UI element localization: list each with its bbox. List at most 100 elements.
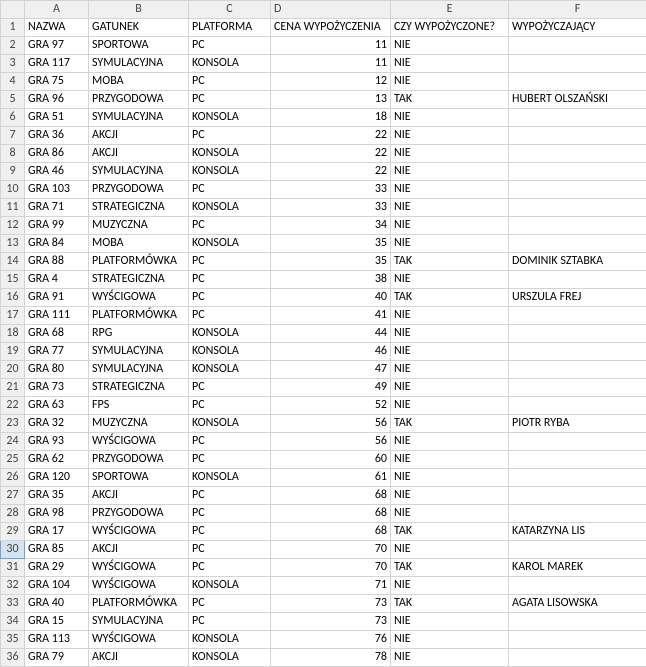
- cell[interactable]: PC: [189, 541, 271, 559]
- row-header[interactable]: 2: [1, 37, 25, 55]
- cell[interactable]: 56: [271, 415, 391, 433]
- cell[interactable]: SYMULACYJNA: [89, 163, 189, 181]
- cell[interactable]: KONSOLA: [189, 343, 271, 361]
- cell[interactable]: URSZULA FREJ: [509, 289, 646, 307]
- cell[interactable]: 46: [271, 343, 391, 361]
- cell[interactable]: STRATEGICZNA: [89, 199, 189, 217]
- cell[interactable]: MOBA: [89, 73, 189, 91]
- cell[interactable]: PC: [189, 559, 271, 577]
- cell[interactable]: SYMULACYJNA: [89, 361, 189, 379]
- cell[interactable]: SYMULACYJNA: [89, 55, 189, 73]
- cell[interactable]: NIE: [391, 343, 509, 361]
- row-header[interactable]: 10: [1, 181, 25, 199]
- cell[interactable]: GRA 71: [25, 199, 89, 217]
- cell[interactable]: SPORTOWA: [89, 469, 189, 487]
- cell[interactable]: NIE: [391, 325, 509, 343]
- cell[interactable]: 73: [271, 595, 391, 613]
- cell[interactable]: AKCJI: [89, 487, 189, 505]
- cell[interactable]: 70: [271, 541, 391, 559]
- cell[interactable]: GRA 98: [25, 505, 89, 523]
- cell[interactable]: GRA 63: [25, 397, 89, 415]
- row-header[interactable]: 3: [1, 55, 25, 73]
- cell[interactable]: CENA WYPOŻYCZENIA: [271, 19, 391, 37]
- cell[interactable]: GRA 4: [25, 271, 89, 289]
- cell[interactable]: GRA 77: [25, 343, 89, 361]
- cell[interactable]: [509, 451, 646, 469]
- cell[interactable]: NIE: [391, 307, 509, 325]
- col-header-B[interactable]: B: [89, 1, 189, 19]
- cell[interactable]: GRA 62: [25, 451, 89, 469]
- cell[interactable]: [509, 469, 646, 487]
- cell[interactable]: NIE: [391, 577, 509, 595]
- cell[interactable]: 61: [271, 469, 391, 487]
- cell[interactable]: [509, 649, 646, 667]
- cell[interactable]: PC: [189, 505, 271, 523]
- cell[interactable]: [509, 217, 646, 235]
- cell[interactable]: GRA 36: [25, 127, 89, 145]
- cell[interactable]: [509, 631, 646, 649]
- cell[interactable]: KONSOLA: [189, 109, 271, 127]
- cell[interactable]: PC: [189, 73, 271, 91]
- cell[interactable]: PC: [189, 613, 271, 631]
- col-header-C[interactable]: C: [189, 1, 271, 19]
- row-header[interactable]: 13: [1, 235, 25, 253]
- cell[interactable]: PRZYGODOWA: [89, 181, 189, 199]
- row-header[interactable]: 25: [1, 451, 25, 469]
- cell[interactable]: GRA 35: [25, 487, 89, 505]
- row-header[interactable]: 21: [1, 379, 25, 397]
- cell[interactable]: PC: [189, 307, 271, 325]
- cell[interactable]: GRA 88: [25, 253, 89, 271]
- row-header[interactable]: 5: [1, 91, 25, 109]
- cell[interactable]: STRATEGICZNA: [89, 379, 189, 397]
- cell[interactable]: 22: [271, 145, 391, 163]
- cell[interactable]: [509, 505, 646, 523]
- cell[interactable]: GRA 15: [25, 613, 89, 631]
- cell[interactable]: PC: [189, 271, 271, 289]
- cell[interactable]: GRA 103: [25, 181, 89, 199]
- row-header[interactable]: 32: [1, 577, 25, 595]
- cell[interactable]: GRA 111: [25, 307, 89, 325]
- cell[interactable]: PC: [189, 91, 271, 109]
- col-header-E[interactable]: E: [391, 1, 509, 19]
- cell[interactable]: 22: [271, 163, 391, 181]
- row-header[interactable]: 17: [1, 307, 25, 325]
- cell[interactable]: [509, 307, 646, 325]
- row-header[interactable]: 15: [1, 271, 25, 289]
- cell[interactable]: NIE: [391, 613, 509, 631]
- cell[interactable]: GRA 79: [25, 649, 89, 667]
- cell[interactable]: KONSOLA: [189, 145, 271, 163]
- cell[interactable]: 60: [271, 451, 391, 469]
- cell[interactable]: TAK: [391, 289, 509, 307]
- cell[interactable]: [509, 577, 646, 595]
- cell[interactable]: 68: [271, 523, 391, 541]
- cell[interactable]: MUZYCZNA: [89, 217, 189, 235]
- row-header[interactable]: 35: [1, 631, 25, 649]
- cell[interactable]: NIE: [391, 145, 509, 163]
- cell[interactable]: NIE: [391, 127, 509, 145]
- cell[interactable]: TAK: [391, 559, 509, 577]
- cell[interactable]: 22: [271, 127, 391, 145]
- cell[interactable]: PRZYGODOWA: [89, 91, 189, 109]
- cell[interactable]: MOBA: [89, 235, 189, 253]
- cell[interactable]: NIE: [391, 73, 509, 91]
- cell[interactable]: STRATEGICZNA: [89, 271, 189, 289]
- cell[interactable]: GRA 80: [25, 361, 89, 379]
- cell[interactable]: PC: [189, 217, 271, 235]
- cell[interactable]: NIE: [391, 271, 509, 289]
- row-header[interactable]: 27: [1, 487, 25, 505]
- cell[interactable]: 70: [271, 559, 391, 577]
- cell[interactable]: PLATFORMÓWKA: [89, 307, 189, 325]
- row-header[interactable]: 16: [1, 289, 25, 307]
- cell[interactable]: NIE: [391, 181, 509, 199]
- cell[interactable]: KONSOLA: [189, 361, 271, 379]
- cell[interactable]: NIE: [391, 163, 509, 181]
- cell[interactable]: SYMULACYJNA: [89, 613, 189, 631]
- cell[interactable]: 11: [271, 37, 391, 55]
- cell[interactable]: 18: [271, 109, 391, 127]
- cell[interactable]: NIE: [391, 361, 509, 379]
- cell[interactable]: KATARZYNA LIS: [509, 523, 646, 541]
- cell[interactable]: 49: [271, 379, 391, 397]
- cell[interactable]: WYŚCIGOWA: [89, 559, 189, 577]
- cell[interactable]: [509, 487, 646, 505]
- cell[interactable]: WYŚCIGOWA: [89, 523, 189, 541]
